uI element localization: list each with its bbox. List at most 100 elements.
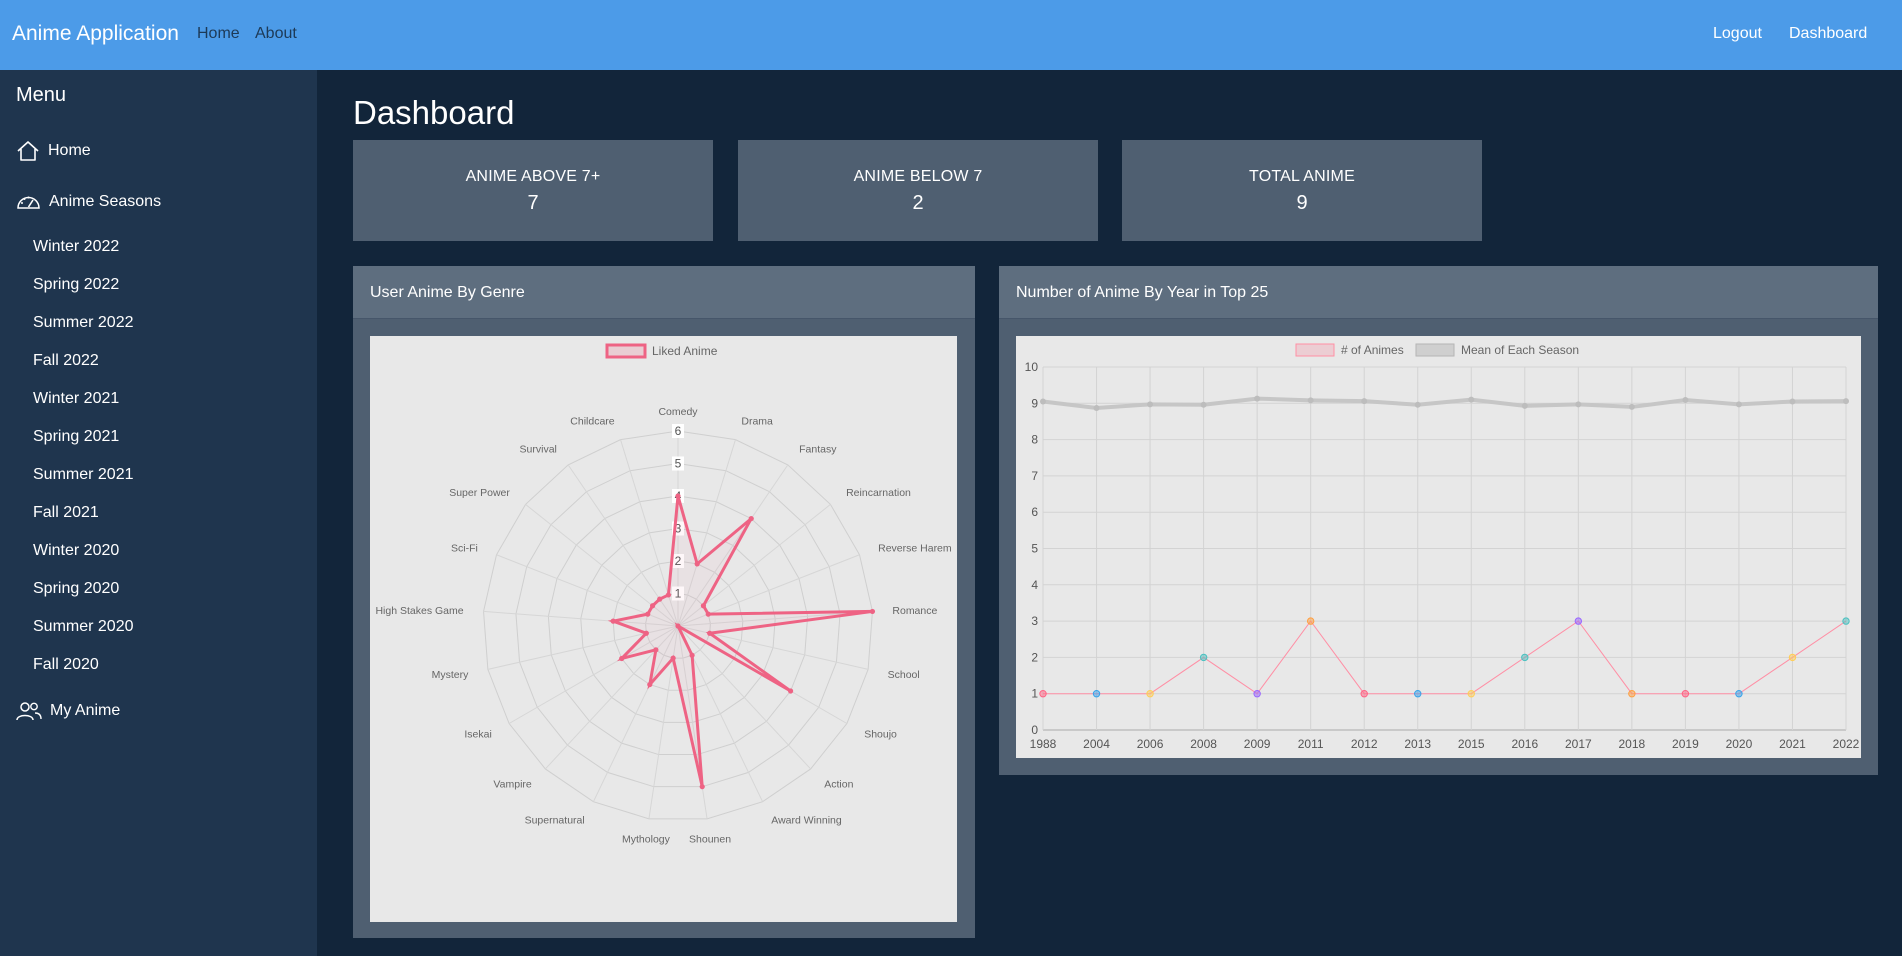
- season-link[interactable]: Summer 2022: [33, 314, 134, 332]
- season-link[interactable]: Fall 2020: [33, 656, 99, 674]
- logout-link[interactable]: Logout: [1713, 25, 1762, 43]
- category-label: Shounen: [689, 834, 731, 846]
- radar-point: [619, 655, 625, 662]
- x-tick-label: 2015: [1458, 737, 1485, 751]
- sidebar-item-label: My Anime: [50, 702, 121, 719]
- sidebar-item-home[interactable]: Home: [16, 140, 91, 162]
- brand-link[interactable]: Anime Application: [12, 22, 179, 46]
- season-link[interactable]: Spring 2021: [33, 428, 119, 446]
- category-label: Mythology: [622, 834, 671, 846]
- x-tick-label: 2009: [1244, 737, 1271, 751]
- stat-value: 9: [1296, 192, 1308, 214]
- stat-label: TOTAL ANIME: [1249, 168, 1355, 185]
- mean-point: [1200, 401, 1207, 408]
- count-point: [1628, 690, 1636, 698]
- count-point: [1681, 690, 1690, 698]
- radar-point: [705, 611, 711, 617]
- house-icon: [17, 141, 39, 161]
- x-tick-label: 2004: [1083, 737, 1110, 751]
- stat-value: 2: [912, 192, 924, 214]
- category-label: Survival: [520, 443, 557, 455]
- season-link[interactable]: Spring 2020: [33, 580, 119, 598]
- radar-point: [643, 630, 649, 636]
- radar-point: [675, 493, 681, 499]
- count-point: [1253, 690, 1261, 698]
- radar-point: [748, 515, 754, 522]
- chart-canvas: # of Animes Mean of Each Season 0 1 2 3 4 5 6 7 8 9…: [1016, 336, 1861, 758]
- y-tick-label: 10: [1025, 360, 1039, 374]
- mean-point: [1040, 398, 1046, 405]
- category-label: High Stakes Game: [375, 605, 463, 617]
- category-label: Childcare: [570, 416, 615, 428]
- season-link[interactable]: Summer 2021: [33, 466, 134, 484]
- legend-swatch: [605, 343, 647, 359]
- category-label: Super Power: [449, 487, 510, 499]
- season-link[interactable]: Winter 2021: [33, 390, 119, 408]
- category-label: Isekai: [464, 729, 491, 741]
- x-tick-label: 2013: [1404, 737, 1431, 751]
- card-title: User Anime By Genre: [370, 284, 525, 301]
- chart-canvas: Liked Anime123456ComedyDramaFantasyReinc…: [370, 336, 957, 922]
- season-link[interactable]: Winter 2020: [33, 542, 119, 560]
- category-label: Shoujo: [864, 729, 897, 741]
- page-title: Dashboard: [353, 94, 515, 131]
- x-tick-label: 2021: [1779, 737, 1806, 751]
- mean-point: [1414, 401, 1421, 408]
- radar-point: [689, 652, 695, 658]
- year-chart-card: Number of Anime By Year in Top 25 # of A…: [999, 266, 1878, 775]
- season-link[interactable]: Fall 2021: [33, 504, 99, 522]
- category-label: Mystery: [432, 669, 470, 681]
- legend-swatch: [1415, 343, 1455, 357]
- stat-card-above-7: ANIME ABOVE 7+ 7: [353, 140, 713, 241]
- mean-point: [1147, 401, 1154, 408]
- mean-series-line: [1042, 396, 1847, 411]
- category-label: Reverse Harem: [878, 542, 952, 554]
- x-tick-label: 2019: [1672, 737, 1699, 751]
- radar-point: [707, 630, 713, 636]
- dashboard-link[interactable]: Dashboard: [1789, 25, 1867, 43]
- card-header: Number of Anime By Year in Top 25: [999, 266, 1878, 319]
- x-tick-label: 1988: [1030, 737, 1057, 751]
- radar-point: [665, 592, 672, 598]
- radar-point: [699, 784, 705, 790]
- category-label: Sci-Fi: [451, 542, 478, 554]
- stat-card-below-7: ANIME BELOW 7 2: [738, 140, 1098, 241]
- mean-point: [1628, 403, 1635, 410]
- x-tick-label: 2017: [1565, 737, 1592, 751]
- mean-point: [1789, 398, 1796, 405]
- radar-point: [657, 596, 663, 602]
- x-tick-label: 2016: [1511, 737, 1538, 751]
- count-point: [1092, 690, 1101, 698]
- count-point: [1574, 617, 1583, 625]
- x-tick-label: 2012: [1351, 737, 1378, 751]
- y-tick-label: 1: [1031, 687, 1038, 701]
- y-tick-label: 2: [1031, 650, 1038, 664]
- mean-point: [1254, 395, 1261, 402]
- y-tick-label: 8: [1031, 433, 1038, 447]
- season-link[interactable]: Summer 2020: [33, 618, 134, 636]
- category-label: Vampire: [493, 779, 531, 791]
- line-chart: # of Animes Mean of Each Season 0 1 2 3 4 5 6 7 8 9…: [1025, 343, 1860, 751]
- mean-point: [1682, 397, 1689, 404]
- sidebar: Menu Home Anime Seasons Winter 2022 Spri…: [0, 70, 317, 956]
- nav-home-link[interactable]: Home: [197, 25, 240, 43]
- nav-about-link[interactable]: About: [255, 25, 297, 43]
- count-point: [1521, 653, 1529, 662]
- x-tick-label: 2006: [1137, 737, 1164, 751]
- category-label: Fantasy: [799, 443, 837, 455]
- count-point: [1146, 690, 1154, 698]
- users-icon: [16, 702, 42, 721]
- category-label: Reincarnation: [846, 487, 911, 499]
- sidebar-item-my-anime[interactable]: My Anime: [16, 701, 120, 721]
- legend-label: # of Animes: [1341, 343, 1404, 357]
- season-link[interactable]: Spring 2022: [33, 276, 119, 294]
- category-label: Comedy: [658, 406, 698, 418]
- tick-label: 6: [675, 424, 682, 438]
- mean-point: [1361, 398, 1368, 405]
- radar-point: [869, 608, 876, 615]
- legend-label: Mean of Each Season: [1461, 343, 1579, 357]
- season-link[interactable]: Winter 2022: [33, 238, 119, 256]
- season-link[interactable]: Fall 2022: [33, 352, 99, 370]
- mean-point: [1521, 402, 1528, 409]
- sidebar-item-anime-seasons[interactable]: Anime Seasons: [16, 192, 161, 212]
